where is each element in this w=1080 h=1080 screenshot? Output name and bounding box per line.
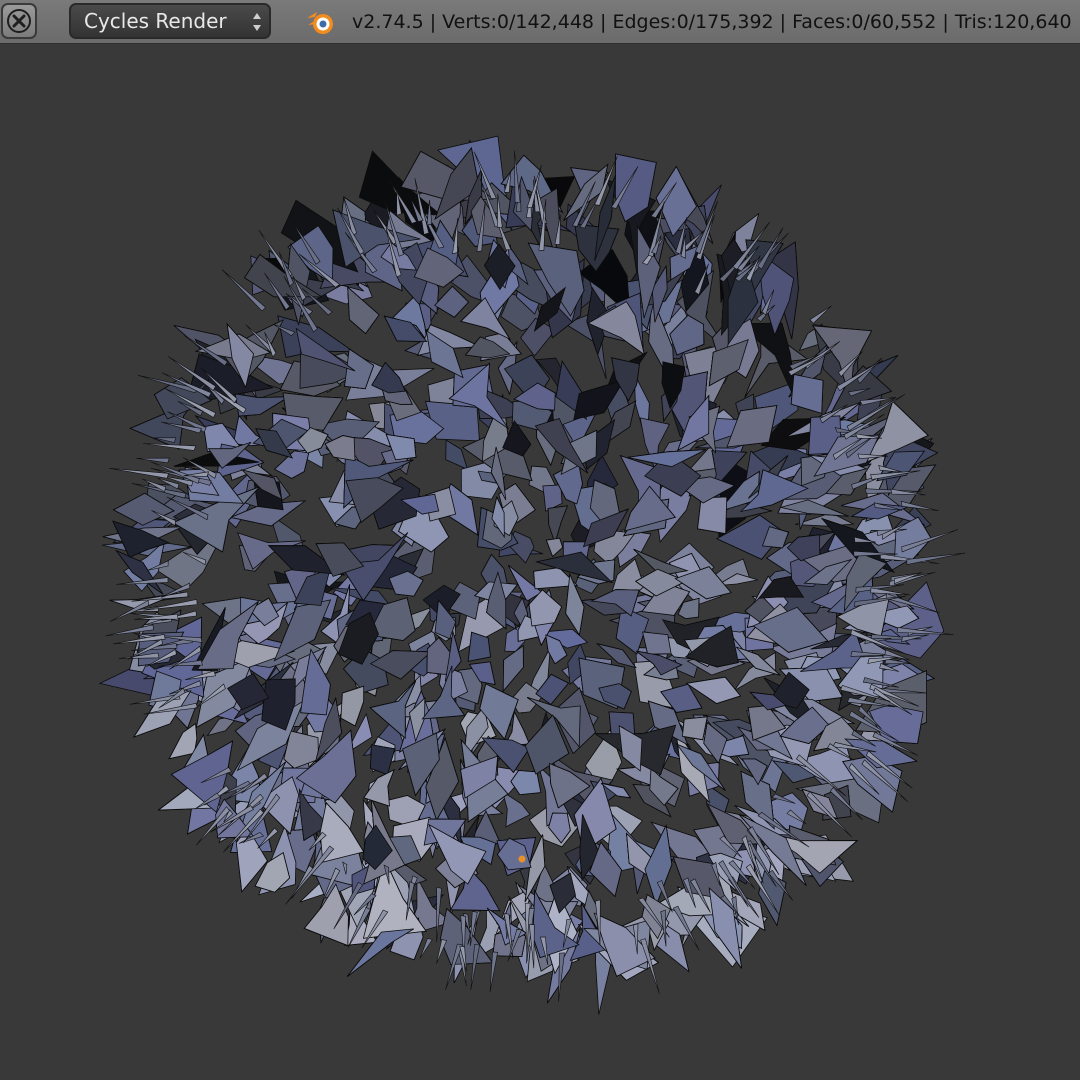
object-origin-marker[interactable] xyxy=(518,855,526,863)
mesh-shard xyxy=(642,631,672,655)
close-button[interactable] xyxy=(1,3,37,39)
mesh-spike xyxy=(436,939,448,964)
mesh-spike xyxy=(136,457,170,464)
mesh-shard xyxy=(598,683,632,710)
mesh-spike xyxy=(419,937,433,959)
render-engine-dropdown[interactable]: Cycles Render xyxy=(69,3,271,39)
mesh-shard xyxy=(340,685,365,727)
scene-stats: v2.74.5 | Verts:0/142,448 | Edges:0/175,… xyxy=(352,11,1072,33)
mesh-shard xyxy=(547,505,569,545)
mesh-spike xyxy=(489,951,498,992)
viewport-header: Cycles Render v2.74.5 | Verts:0/142,448 … xyxy=(0,0,1080,44)
mesh-shard xyxy=(445,439,469,471)
mesh-shard xyxy=(681,716,708,741)
mesh-shard xyxy=(274,450,310,479)
mesh-shard xyxy=(545,537,564,558)
blender-logo-icon xyxy=(307,12,333,34)
mesh-shard xyxy=(502,645,524,693)
mesh-shard xyxy=(726,405,778,448)
mesh-spike xyxy=(900,500,939,511)
close-x-icon xyxy=(7,9,31,33)
mesh-spike xyxy=(809,305,832,324)
up-down-arrows-icon xyxy=(253,13,261,31)
mesh-spike xyxy=(893,572,923,585)
mesh-shard xyxy=(501,790,531,828)
mesh-shard xyxy=(644,824,673,907)
shard-sphere-mesh xyxy=(98,135,966,1015)
3d-viewport[interactable] xyxy=(0,44,1080,1080)
mesh-spike xyxy=(143,443,197,451)
mesh-shard xyxy=(618,725,643,772)
render-engine-label: Cycles Render xyxy=(84,9,227,33)
blender-window: Cycles Render v2.74.5 | Verts:0/142,448 … xyxy=(0,0,1080,1080)
